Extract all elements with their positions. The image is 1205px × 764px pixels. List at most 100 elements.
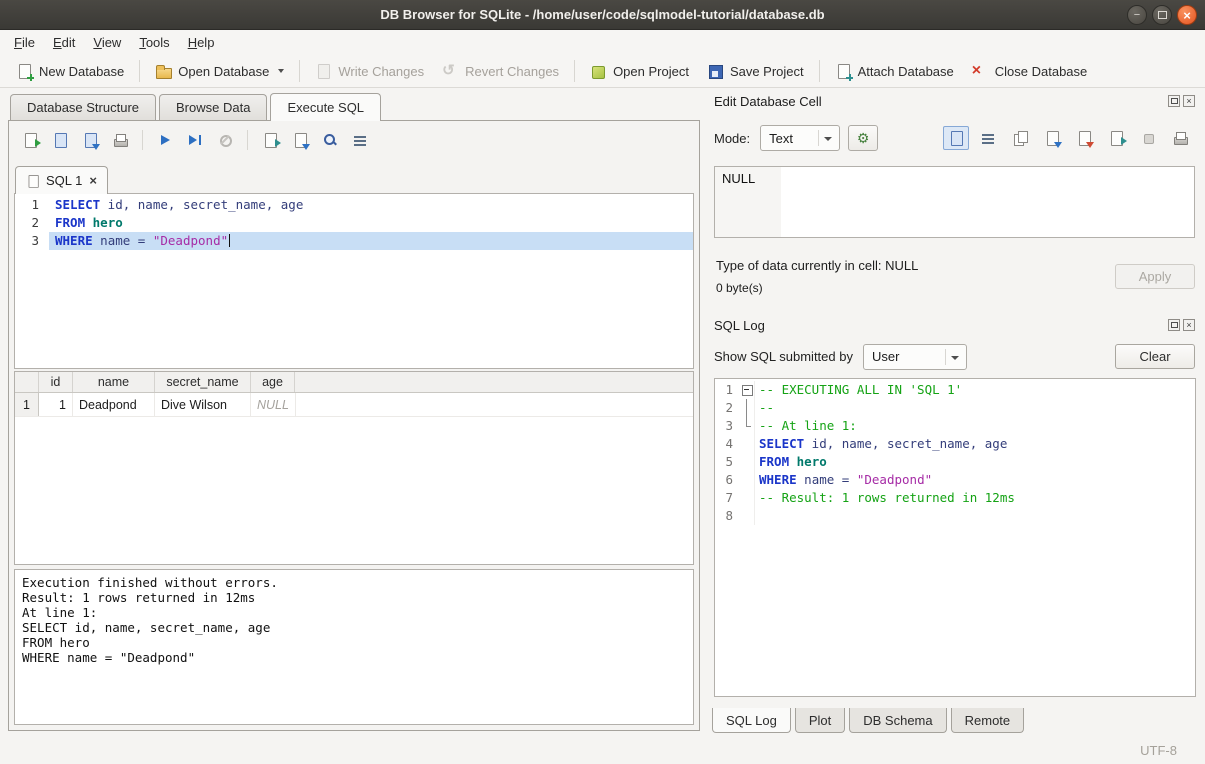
set-null-button [1135, 126, 1161, 150]
code-line[interactable]: 2FROM hero [15, 214, 693, 232]
code-line[interactable]: 5FROM hero [715, 453, 1195, 471]
sql-log-view[interactable]: 1-- EXECUTING ALL IN 'SQL 1'2--3-- At li… [714, 378, 1196, 697]
code-line[interactable]: 4SELECT id, name, secret_name, age [715, 435, 1195, 453]
code-line[interactable]: 7-- Result: 1 rows returned in 12ms [715, 489, 1195, 507]
minimize-button[interactable]: − [1127, 5, 1147, 25]
column-header[interactable]: age [251, 372, 295, 392]
fold-marker-icon [739, 381, 755, 399]
sql-token: name = [93, 233, 153, 248]
float-dock-icon[interactable] [1168, 319, 1180, 331]
write-changes-label: Write Changes [338, 64, 424, 79]
sql-editor-tab[interactable]: SQL 1 × [15, 166, 108, 194]
find-replace-button[interactable] [317, 127, 343, 153]
encoding-indicator[interactable]: UTF-8 [1140, 743, 1177, 758]
close-tab-icon[interactable]: × [89, 174, 97, 187]
cell-mode-row: Mode: Text ⚙ [714, 124, 1193, 152]
mode-select[interactable]: Text [760, 125, 840, 151]
fold-margin [739, 507, 755, 525]
float-dock-icon[interactable] [1168, 95, 1180, 107]
menu-tools[interactable]: Tools [130, 32, 178, 53]
maximize-button[interactable] [1152, 5, 1172, 25]
menu-edit[interactable]: Edit [44, 32, 84, 53]
copy-cell-button[interactable] [1007, 126, 1033, 150]
open-database-dropdown-icon[interactable] [278, 69, 284, 73]
export-results-button[interactable] [257, 127, 283, 153]
execute-current-line-icon [187, 132, 203, 148]
sql-token: -- At line 1: [759, 418, 857, 433]
open-database-icon [155, 63, 171, 79]
tab-database-structure[interactable]: Database Structure [10, 94, 156, 120]
bottom-dock-tabs: SQL Log Plot DB Schema Remote [712, 708, 1024, 733]
open-project-button[interactable]: Open Project [582, 59, 697, 83]
export-results-icon [262, 132, 278, 148]
table-cell[interactable]: Deadpond [73, 393, 155, 416]
tab-browse-data[interactable]: Browse Data [159, 94, 267, 120]
execute-current-line-button[interactable] [182, 127, 208, 153]
text-caret [229, 234, 230, 247]
cell-editor[interactable]: NULL [714, 166, 1195, 238]
line-number: 2 [15, 214, 49, 232]
open-database-button[interactable]: Open Database [147, 59, 292, 83]
save-sql-file-as-icon [82, 132, 98, 148]
log-filter-select[interactable]: User [863, 344, 967, 370]
menu-view[interactable]: View [84, 32, 130, 53]
new-database-button[interactable]: New Database [8, 59, 132, 83]
table-cell[interactable]: 1 [39, 393, 73, 416]
attach-database-button[interactable]: Attach Database [827, 59, 962, 83]
dock-tab-plot[interactable]: Plot [795, 708, 845, 733]
sql-token [789, 454, 797, 469]
code-line[interactable]: 3-- At line 1: [715, 417, 1195, 435]
table-cell[interactable]: Dive Wilson [155, 393, 251, 416]
sql-token: FROM [759, 454, 789, 469]
close-database-button[interactable]: × Close Database [964, 59, 1096, 83]
row-number[interactable]: 1 [15, 393, 39, 416]
dock-tab-sql-log[interactable]: SQL Log [712, 708, 791, 733]
code-line[interactable]: 8 [715, 507, 1195, 525]
save-results-button[interactable] [287, 127, 313, 153]
tab-execute-sql[interactable]: Execute SQL [270, 93, 381, 121]
titlebar[interactable]: DB Browser for SQLite - /home/user/code/… [0, 0, 1205, 30]
column-header[interactable]: secret_name [155, 372, 251, 392]
auto-detect-mode-button[interactable]: ⚙ [848, 125, 878, 151]
revert-changes-icon: ↺ [442, 63, 458, 79]
export-cell-button[interactable] [1071, 126, 1097, 150]
fold-margin [739, 489, 755, 507]
save-sql-file-button[interactable] [47, 127, 73, 153]
code-text: FROM hero [755, 453, 1195, 471]
import-cell-button[interactable] [1039, 126, 1065, 150]
cell-editor-toolbar [943, 126, 1193, 150]
text-mode-button[interactable] [943, 126, 969, 150]
clear-log-button[interactable]: Clear [1115, 344, 1195, 369]
close-dock-icon[interactable]: × [1183, 319, 1195, 331]
code-line[interactable]: 3WHERE name = "Deadpond" [15, 232, 693, 250]
column-header[interactable]: name [73, 372, 155, 392]
table-row: 11DeadpondDive WilsonNULL [15, 393, 693, 417]
window-controls: − × [1127, 5, 1197, 25]
save-project-button[interactable]: Save Project [699, 59, 812, 83]
save-cell-as-button[interactable] [1103, 126, 1129, 150]
code-line[interactable]: 6WHERE name = "Deadpond" [715, 471, 1195, 489]
print-sql-button[interactable] [107, 127, 133, 153]
menu-help[interactable]: Help [179, 32, 224, 53]
close-dock-icon[interactable]: × [1183, 95, 1195, 107]
execution-message-area[interactable]: Execution finished without errors.Result… [14, 569, 694, 725]
code-line[interactable]: 1-- EXECUTING ALL IN 'SQL 1' [715, 381, 1195, 399]
print-cell-button[interactable] [1167, 126, 1193, 150]
word-wrap-button[interactable] [347, 127, 373, 153]
sql-editor[interactable]: 1SELECT id, name, secret_name, age2FROM … [14, 193, 694, 369]
execute-all-button[interactable] [152, 127, 178, 153]
dock-tab-db-schema[interactable]: DB Schema [849, 708, 946, 733]
sql-token: id, name, secret_name, age [804, 436, 1007, 451]
code-line[interactable]: 1SELECT id, name, secret_name, age [15, 196, 693, 214]
code-line[interactable]: 2-- [715, 399, 1195, 417]
table-cell[interactable]: NULL [251, 393, 296, 416]
close-database-icon: × [972, 63, 988, 79]
import-icon [1044, 130, 1060, 146]
open-sql-file-button[interactable] [17, 127, 43, 153]
save-sql-file-as-button[interactable] [77, 127, 103, 153]
word-wrap-cell-button[interactable] [975, 126, 1001, 150]
dock-tab-remote[interactable]: Remote [951, 708, 1025, 733]
menu-file[interactable]: File [5, 32, 44, 53]
column-header[interactable]: id [39, 372, 73, 392]
close-button[interactable]: × [1177, 5, 1197, 25]
